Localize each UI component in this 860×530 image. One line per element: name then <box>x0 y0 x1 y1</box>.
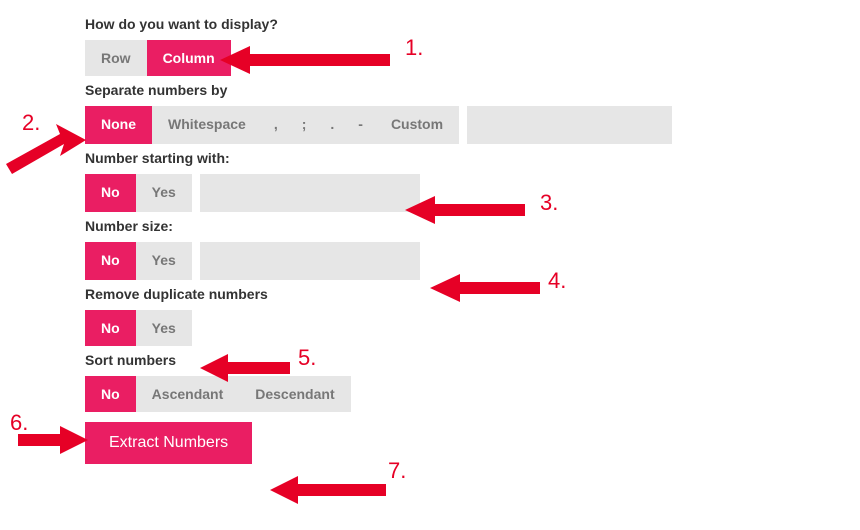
annotation-arrow-7 <box>270 470 400 510</box>
display-column-option[interactable]: Column <box>147 40 231 76</box>
sep-none-option[interactable]: None <box>85 106 152 144</box>
size-value-input[interactable] <box>200 242 420 280</box>
dup-label: Remove duplicate numbers <box>85 286 740 302</box>
start-options: No Yes <box>85 174 740 212</box>
start-value-input[interactable] <box>200 174 420 212</box>
separator-label: Separate numbers by <box>85 82 740 98</box>
settings-form: How do you want to display? Row Column S… <box>0 0 740 464</box>
sort-no-option[interactable]: No <box>85 376 136 412</box>
sep-custom-option[interactable]: Custom <box>375 106 459 144</box>
size-options: No Yes <box>85 242 740 280</box>
sort-asc-option[interactable]: Ascendant <box>136 376 240 412</box>
display-row-option[interactable]: Row <box>85 40 147 76</box>
start-yes-option[interactable]: Yes <box>136 174 192 212</box>
dup-no-option[interactable]: No <box>85 310 136 346</box>
sort-options: No Ascendant Descendant <box>85 376 740 412</box>
sort-label: Sort numbers <box>85 352 740 368</box>
sep-custom-input[interactable] <box>467 106 672 144</box>
sep-semicolon-option[interactable]: ; <box>290 106 319 144</box>
display-label: How do you want to display? <box>85 16 740 32</box>
separator-options: None Whitespace , ; . - Custom <box>85 106 740 144</box>
size-yes-option[interactable]: Yes <box>136 242 192 280</box>
sep-dash-option[interactable]: - <box>346 106 375 144</box>
start-label: Number starting with: <box>85 150 740 166</box>
start-no-option[interactable]: No <box>85 174 136 212</box>
size-no-option[interactable]: No <box>85 242 136 280</box>
size-label: Number size: <box>85 218 740 234</box>
sep-comma-option[interactable]: , <box>262 106 290 144</box>
sep-dot-option[interactable]: . <box>318 106 346 144</box>
extract-button[interactable]: Extract Numbers <box>85 422 252 464</box>
sep-whitespace-option[interactable]: Whitespace <box>152 106 262 144</box>
display-options: Row Column <box>85 40 740 76</box>
dup-yes-option[interactable]: Yes <box>136 310 192 346</box>
sort-desc-option[interactable]: Descendant <box>239 376 350 412</box>
dup-options: No Yes <box>85 310 740 346</box>
